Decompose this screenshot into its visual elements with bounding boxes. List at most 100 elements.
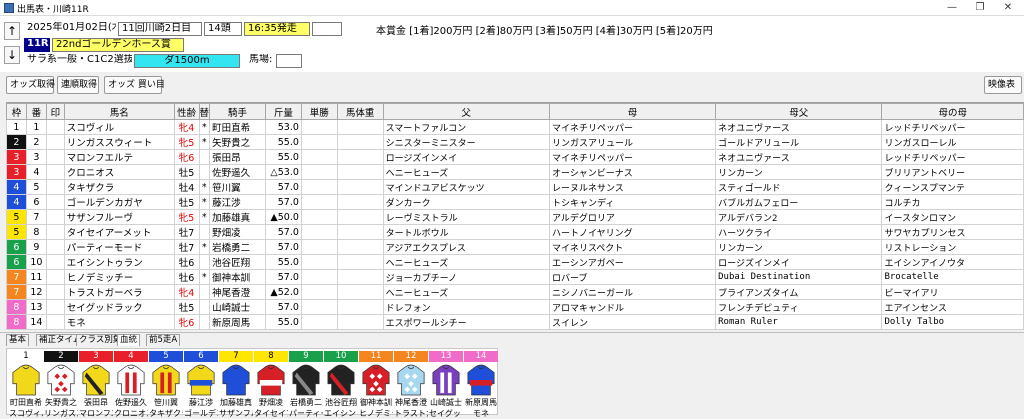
table-row[interactable]: 6 9 パーティーモード 牡7 * 岩橋勇二 57.0 アジアエクスプレス マイネリスペクト リン…: [6, 239, 1024, 255]
silk-jockey: 野畑凌: [259, 398, 283, 407]
cell-change: *: [198, 179, 211, 195]
cell-sire: ダンカーク: [382, 194, 550, 210]
cell-number: 3: [25, 149, 47, 165]
silk-number: 11: [359, 351, 393, 362]
silk-cell[interactable]: 10 池谷匠翔エイシント: [324, 351, 358, 418]
cell-body-weight: [336, 224, 384, 240]
cell-dam-dam: リストレーション: [881, 239, 1024, 255]
cell-mark: [45, 239, 65, 255]
col-header-win-odds[interactable]: 単勝: [300, 103, 338, 120]
cell-change: [198, 164, 211, 180]
next-race-button[interactable]: ↓: [4, 46, 20, 64]
odds-buy-button[interactable]: オッズ 買い目: [104, 76, 165, 94]
cell-weight: 57.0: [264, 239, 302, 255]
silk-cell[interactable]: 7 加藤雄真サザンフル: [219, 351, 253, 418]
col-header-jockey[interactable]: 騎手: [209, 103, 266, 120]
silk-horse: パーティー: [289, 409, 323, 418]
cell-dam: アルデグロリア: [548, 209, 717, 225]
silk-jockey: 池谷匠翔: [325, 398, 357, 407]
col-header-body-weight[interactable]: 馬体重: [336, 103, 384, 120]
tab-basic[interactable]: 基本: [6, 334, 30, 346]
cell-horse-name: リンガススウィート: [63, 134, 175, 150]
head-count: 14頭: [204, 22, 242, 36]
cell-mark: [45, 134, 65, 150]
cell-mark: [45, 179, 65, 195]
close-button[interactable]: ✕: [1000, 2, 1016, 14]
cell-number: 11: [25, 269, 47, 285]
col-header-sire[interactable]: 父: [382, 103, 550, 120]
table-row[interactable]: 6 10 エイシントゥラン 牡6 池谷匠翔 55.0 ヘニーヒューズ エーシンアガペー ロージズ…: [6, 254, 1024, 270]
silk-cell[interactable]: 2 矢野貴之リンガスス: [44, 351, 78, 418]
table-row[interactable]: 7 12 トラストガーベラ 牝4 神尾香澄 ▲52.0 ヘニーヒューズ ニシノバニーガール ブラ…: [6, 284, 1024, 300]
silk-cell[interactable]: 14 新原周馬 モネ: [464, 351, 498, 418]
col-header-weight[interactable]: 斤量: [264, 103, 302, 120]
silk-cell[interactable]: 5 笹川翼タキザクラ: [149, 351, 183, 418]
col-header-horse-name[interactable]: 馬名: [63, 103, 175, 120]
table-row[interactable]: 3 3 マロンフエルテ 牝6 張田昂 55.0 ロージズインメイ マイネチリペッパー ネオユニヴ…: [6, 149, 1024, 165]
table-row[interactable]: 4 6 ゴールデンカガヤ 牡5 * 藤江渉 57.0 ダンカーク トシキャンディ バブルガムフェロ…: [6, 194, 1024, 210]
tab-last5[interactable]: 前5走A: [146, 334, 181, 346]
silk-cell[interactable]: 3 張田昂マロンフエ: [79, 351, 113, 418]
cell-win-odds: [300, 314, 338, 330]
col-header-dam-sire[interactable]: 母父: [715, 103, 883, 120]
silk-cell[interactable]: 4 佐野遥久クロニオス: [114, 351, 148, 418]
cell-sire: アジアエクスプレス: [382, 239, 550, 255]
cell-gate: 6: [6, 239, 27, 255]
table-row[interactable]: 3 4 クロニオス 牡5 佐野遥久 △53.0 ヘニーヒューズ オーシャンビーナス リンカーンブ…: [6, 164, 1024, 180]
odds-fetch-button[interactable]: オッズ取得: [6, 76, 55, 94]
col-header-sex-age[interactable]: 性齢: [173, 103, 200, 120]
table-row[interactable]: 7 11 ヒノデミッチー 牡6 * 御神本訓 57.0 ジョーカプチーノ ロバーブ Dubai D…: [6, 269, 1024, 285]
table-row[interactable]: 5 8 タイセイアーメット 牡7 野畑凌 57.0 タートルボウル ハートノイヤリング ハーツク…: [6, 224, 1024, 240]
cell-dam-sire: Dubai Destination: [715, 269, 883, 285]
col-header-change[interactable]: 替: [198, 103, 211, 120]
col-header-dam-dam[interactable]: 母の母: [881, 103, 1024, 120]
col-header-number[interactable]: 番: [25, 103, 47, 120]
silk-number: 2: [44, 351, 78, 362]
cell-sex-age: 牡5: [173, 164, 200, 180]
cell-win-odds: [300, 209, 338, 225]
silk-cell[interactable]: 8 野畑凌タイセイア: [254, 351, 288, 418]
col-header-gate[interactable]: 枠: [6, 103, 27, 120]
silk-cell[interactable]: 6 藤江渉ゴールデン: [184, 351, 218, 418]
table-row[interactable]: 8 13 セイグッドラック 牡5 山崎誠士 57.0 ドレフォン アロマキャンドル フレンチデピ…: [6, 299, 1024, 315]
jockey-silk-icon: [152, 364, 180, 396]
silk-jockey: 岩橋勇二: [290, 398, 322, 407]
col-header-mark[interactable]: 印: [45, 103, 65, 120]
table-row[interactable]: 1 1 スコヴィル 牝4 * 町田直希 53.0 スマートファルコン マイネチリペッパー ネオユニ…: [6, 119, 1024, 135]
cell-dam-dam: リンガスローレル: [881, 134, 1024, 150]
track-condition-value: [276, 54, 302, 68]
silk-cell[interactable]: 1 町田直希スコヴィル: [9, 351, 43, 418]
tab-pedigree[interactable]: 血統: [117, 334, 141, 346]
silk-jockey: 張田昂: [84, 398, 108, 407]
previous-race-button[interactable]: ↑: [4, 22, 20, 40]
cell-jockey: 岩橋勇二: [209, 239, 266, 255]
cell-jockey: 笹川翼: [209, 179, 266, 195]
cell-sex-age: 牡6: [173, 254, 200, 270]
cell-dam-sire: ハーツクライ: [715, 224, 883, 240]
cell-weight: 57.0: [264, 179, 302, 195]
table-row[interactable]: 5 7 サザンフルーヴ 牝5 * 加藤雄真 ▲50.0 レーヴミストラル アルデグロリア アルデバ…: [6, 209, 1024, 225]
cell-change: *: [198, 119, 211, 135]
col-header-dam[interactable]: 母: [548, 103, 717, 120]
cell-sex-age: 牝6: [173, 314, 200, 330]
silk-cell[interactable]: 11 御神本訓ヒノデミッ: [359, 351, 393, 418]
table-row[interactable]: 4 5 タキザクラ 牡4 * 笹川翼 57.0 マインドユアビスケッツ レーヌルネサンス スティゴ…: [6, 179, 1024, 195]
silk-cell[interactable]: 13 山崎誠士セイグッド: [429, 351, 463, 418]
silk-number: 7: [219, 351, 253, 362]
cell-number: 12: [25, 284, 47, 300]
cell-dam-sire: バブルガムフェロー: [715, 194, 883, 210]
restore-button[interactable]: ❐: [972, 2, 988, 14]
minimize-button[interactable]: —: [944, 2, 960, 14]
table-row[interactable]: 2 2 リンガススウィート 牝5 * 矢野貴之 55.0 シニスターミニスター リンガスアリュー…: [6, 134, 1024, 150]
silk-cell[interactable]: 9 岩橋勇二パーティー: [289, 351, 323, 418]
silk-cell[interactable]: 12 神尾香澄トラストガ: [394, 351, 428, 418]
window-title: 出馬表・川崎11R: [17, 5, 89, 15]
video-button[interactable]: 映像表: [984, 76, 1022, 94]
cell-sex-age: 牝5: [173, 134, 200, 150]
cell-change: *: [198, 269, 211, 285]
cell-jockey: 町田直希: [209, 119, 266, 135]
silk-number: 6: [184, 351, 218, 362]
silk-horse: トラストガ: [394, 409, 428, 418]
renpuku-fetch-button[interactable]: 連順取得: [57, 76, 99, 94]
table-row[interactable]: 8 14 モネ 牝6 新原周馬 55.0 エスポワールシチー スイレン Roman Ruler D…: [6, 314, 1024, 330]
